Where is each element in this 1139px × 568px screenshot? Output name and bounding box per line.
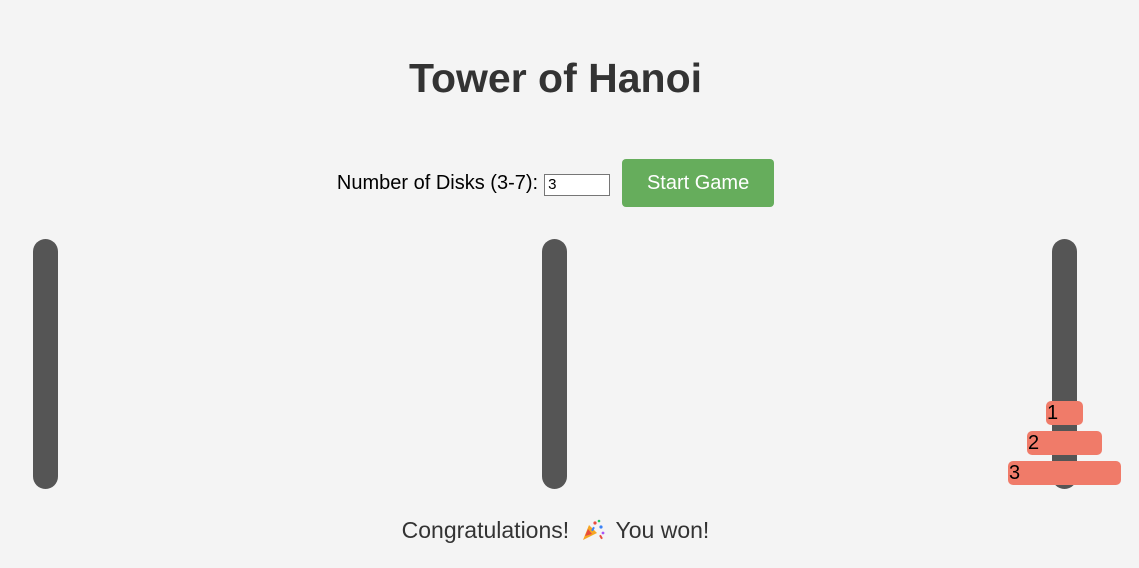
disk-1[interactable]: 1	[1046, 401, 1083, 425]
disk-2[interactable]: 2	[1027, 431, 1102, 455]
party-popper-icon	[580, 519, 606, 541]
tower-peg-2[interactable]	[542, 239, 567, 489]
win-message-you-won: You won!	[615, 517, 710, 543]
disk-count-label: Number of Disks (3-7):	[336, 171, 539, 194]
tower-peg-1[interactable]	[33, 239, 58, 489]
controls-bar: Number of Disks (3-7): Start Game	[0, 159, 1111, 207]
disk-count-input[interactable]	[544, 173, 611, 196]
win-message: Congratulations! You won!	[0, 516, 1111, 544]
game-page: Tower of Hanoi Number of Disks (3-7): St…	[0, 0, 1139, 568]
start-game-button[interactable]: Start Game	[622, 159, 775, 207]
win-message-congrats: Congratulations!	[401, 517, 570, 543]
page-title: Tower of Hanoi	[408, 55, 703, 101]
disk-3[interactable]: 3	[1008, 461, 1121, 485]
